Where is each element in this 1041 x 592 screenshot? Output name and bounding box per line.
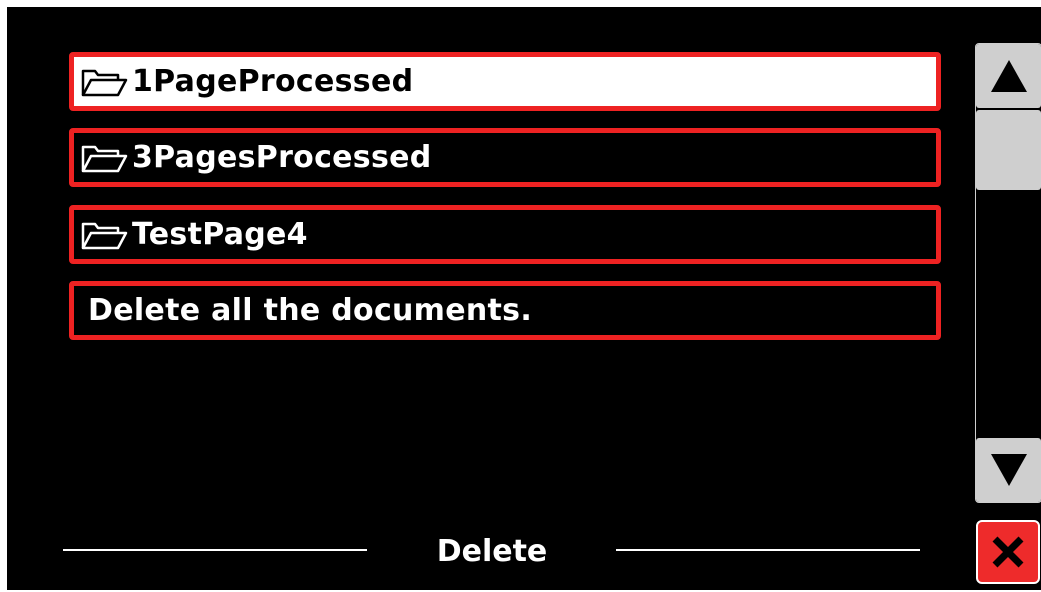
folder-label: 3PagesProcessed — [132, 140, 432, 175]
scroll-up-button[interactable] — [976, 44, 1041, 108]
footer-divider-left — [63, 549, 367, 551]
triangle-up-icon — [990, 60, 1027, 92]
delete-screen: 1PageProcessed 3PagesProcessed TestPage4… — [7, 7, 1041, 590]
close-icon — [992, 536, 1024, 568]
folder-icon — [81, 69, 128, 96]
footer-divider-right — [616, 549, 920, 551]
scrollbar[interactable] — [975, 43, 1041, 503]
folder-label: TestPage4 — [132, 217, 308, 252]
folder-item-3pagesprocessed[interactable]: 3PagesProcessed — [69, 128, 941, 187]
folder-label: 1PageProcessed — [132, 64, 414, 99]
close-button[interactable] — [976, 520, 1040, 584]
folder-item-testpage4[interactable]: TestPage4 — [69, 205, 941, 264]
delete-all-button[interactable]: Delete all the documents. — [69, 281, 941, 340]
delete-all-label: Delete all the documents. — [88, 293, 533, 328]
triangle-down-icon — [990, 454, 1027, 486]
page-title: Delete — [436, 534, 548, 569]
folder-icon — [81, 222, 128, 249]
scroll-thumb[interactable] — [976, 110, 1041, 190]
folder-icon — [81, 145, 128, 172]
folder-item-1pageprocessed[interactable]: 1PageProcessed — [69, 52, 941, 111]
scroll-down-button[interactable] — [976, 438, 1041, 502]
